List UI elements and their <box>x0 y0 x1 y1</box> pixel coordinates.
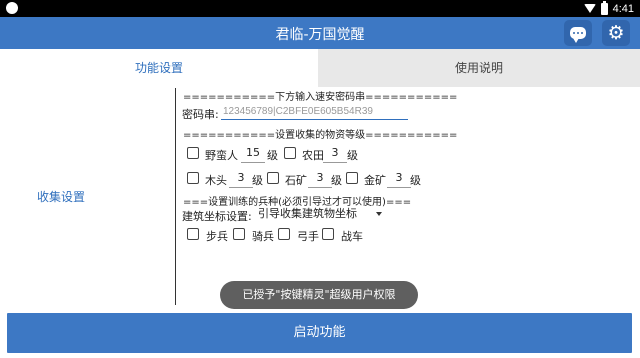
infantry-checkbox[interactable] <box>187 228 199 240</box>
wood-level-unit: 级 <box>252 174 263 187</box>
chat-button[interactable] <box>564 20 592 46</box>
toast-message: 已授予"按键精灵"超级用户权限 <box>220 281 418 309</box>
battery-icon <box>600 0 608 15</box>
cavalry-label: 骑兵 <box>252 230 274 243</box>
tab-usage-instructions[interactable]: 使用说明 <box>318 49 640 87</box>
start-button[interactable]: 启动功能 <box>7 313 632 353</box>
farm-level-input[interactable]: 3 <box>323 145 347 163</box>
code-label: 密码串: <box>182 108 219 121</box>
status-right: 4:41 <box>583 0 634 16</box>
vertical-divider <box>175 88 176 305</box>
barbarian-checkbox[interactable] <box>187 147 199 159</box>
wood-label: 木头 <box>205 174 227 187</box>
gold-checkbox[interactable] <box>346 172 358 184</box>
app-screen: 4:41 君临-万国觉醒 ⚙ 功能设置 使用说明 收集设置 ==========… <box>0 0 640 358</box>
farm-label: 农田 <box>302 149 324 162</box>
gold-level-input[interactable]: 3 <box>387 170 411 188</box>
wood-level-input[interactable]: 3 <box>229 170 253 188</box>
level-section-header: ===========设置收集的物资等级=========== <box>183 130 458 141</box>
gold-label: 金矿 <box>364 174 386 187</box>
wifi-icon <box>583 4 596 13</box>
wood-checkbox[interactable] <box>187 172 199 184</box>
code-section-header: ===========下方输入速安密码串=========== <box>183 92 458 103</box>
cavalry-checkbox[interactable] <box>233 228 245 240</box>
stone-checkbox[interactable] <box>267 172 279 184</box>
settings-button[interactable]: ⚙ <box>602 20 630 46</box>
status-circle-icon <box>6 2 18 14</box>
dropdown-arrow-icon[interactable] <box>376 212 382 216</box>
barbarian-level-unit: 级 <box>267 149 278 162</box>
archer-checkbox[interactable] <box>278 228 290 240</box>
chariot-checkbox[interactable] <box>322 228 334 240</box>
infantry-label: 步兵 <box>206 230 228 243</box>
barbarian-level-input[interactable]: 15 <box>241 145 265 163</box>
stone-level-unit: 级 <box>331 174 342 187</box>
coord-select[interactable]: 引导收集建筑物坐标 <box>258 205 357 223</box>
app-bar: 君临-万国觉醒 ⚙ <box>0 17 640 49</box>
farm-level-unit: 级 <box>347 149 358 162</box>
tab-bar: 功能设置 使用说明 <box>0 49 640 87</box>
tab-function-settings[interactable]: 功能设置 <box>0 49 318 87</box>
stone-level-input[interactable]: 3 <box>308 170 332 188</box>
app-title: 君临-万国觉醒 <box>275 27 365 43</box>
code-input[interactable] <box>221 103 408 120</box>
gold-level-unit: 级 <box>410 174 421 187</box>
archer-label: 弓手 <box>297 230 319 243</box>
chat-icon <box>570 27 586 43</box>
gear-icon: ⚙ <box>607 21 625 44</box>
status-time: 4:41 <box>612 2 634 15</box>
chariot-label: 战车 <box>341 230 363 243</box>
coord-label: 建筑坐标设置: <box>182 210 252 223</box>
stone-label: 石矿 <box>285 174 307 187</box>
farm-checkbox[interactable] <box>284 147 296 159</box>
status-bar: 4:41 <box>0 0 640 17</box>
collect-settings-label: 收集设置 <box>37 190 86 204</box>
barbarian-label: 野蛮人 <box>205 149 238 162</box>
